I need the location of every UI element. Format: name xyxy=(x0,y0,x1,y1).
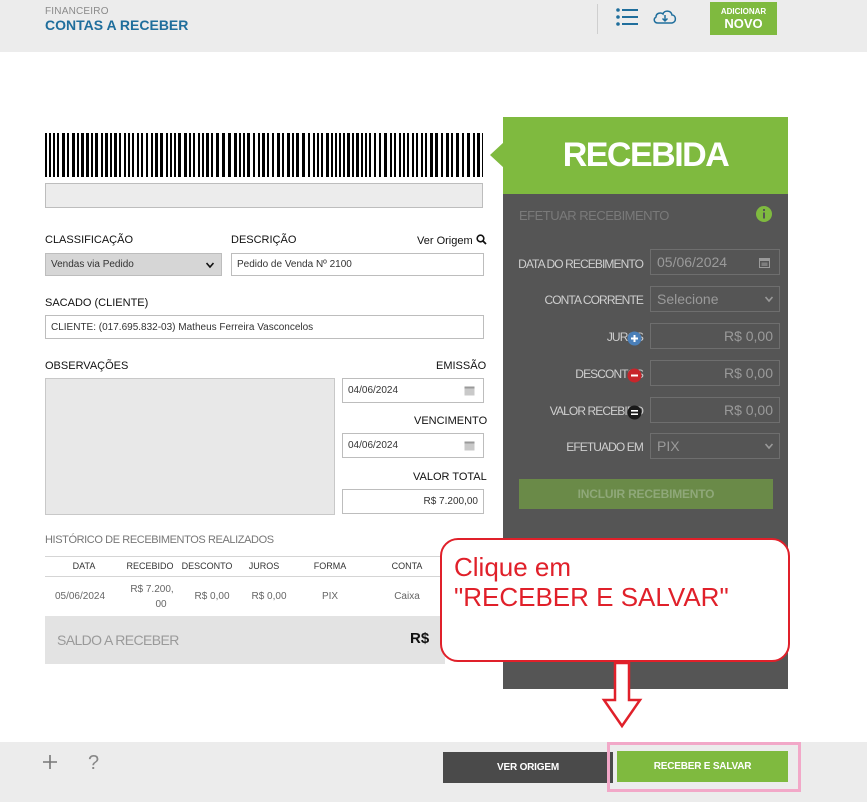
calendar-icon xyxy=(759,258,770,268)
conta-corrente-label: CONTA CORRENTE xyxy=(544,293,643,307)
valor-recebido-input[interactable]: R$ 0,00 xyxy=(650,397,780,423)
row-forma: PIX xyxy=(321,591,339,602)
barcode-image xyxy=(45,133,483,177)
emissao-date-input[interactable]: 04/06/2024 xyxy=(342,378,484,403)
descricao-label: DESCRIÇÃO xyxy=(231,234,297,246)
status-text: RECEBIDA xyxy=(562,136,730,174)
descontos-value: R$ 0,00 xyxy=(723,365,773,381)
chevron-down-icon xyxy=(765,296,773,303)
efetuado-em-label: EFETUADO EM xyxy=(566,440,644,454)
vencimento-label: VENCIMENTO xyxy=(414,415,488,427)
vencimento-value: 04/06/2024 xyxy=(348,440,399,451)
breadcrumb-module: FINANCEIRO xyxy=(45,6,109,17)
classificacao-value: Vendas via Pedido xyxy=(51,259,134,270)
calendar-icon xyxy=(464,441,475,451)
col-header-forma: FORMA xyxy=(313,561,347,571)
data-recebimento-input[interactable]: 05/06/2024 xyxy=(650,249,780,275)
row-juros: R$ 0,00 xyxy=(251,591,287,602)
saldo-value: R$ xyxy=(410,630,430,647)
status-notch xyxy=(490,142,504,168)
sacado-label: SACADO (CLIENTE) xyxy=(45,297,149,309)
status-banner: RECEBIDA xyxy=(503,117,788,194)
arrow-down-icon xyxy=(601,662,643,729)
search-icon xyxy=(476,234,487,245)
valor-total-value: R$ 7.200,00 xyxy=(423,496,479,507)
add-new-label-small: ADICIONAR xyxy=(720,7,767,16)
top-bar: FINANCEIRO CONTAS A RECEBER ADICIONAR NO… xyxy=(0,0,867,52)
valor-recebido-value: R$ 0,00 xyxy=(723,402,773,418)
col-header-data: DATA xyxy=(72,561,96,571)
header-divider xyxy=(597,4,598,34)
barcode-number-field xyxy=(45,183,483,208)
add-new-label-big: NOVO xyxy=(724,16,763,31)
saldo-label: SALDO A RECEBER xyxy=(57,632,179,648)
history-title: HISTÓRICO DE RECEBIMENTOS REALIZADOS xyxy=(45,534,274,546)
conta-corrente-value: Selecione xyxy=(657,291,719,307)
efetuado-em-select[interactable]: PIX xyxy=(650,433,780,459)
minus-circle-icon[interactable] xyxy=(627,368,642,383)
help-icon[interactable]: ? xyxy=(88,752,99,775)
add-new-button[interactable]: ADICIONAR NOVO xyxy=(710,2,777,35)
vencimento-date-input[interactable]: 04/06/2024 xyxy=(342,433,484,458)
col-header-desconto: DESCONTO xyxy=(181,561,233,571)
history-header-divider xyxy=(45,576,445,577)
valor-total-label: VALOR TOTAL xyxy=(413,471,487,483)
row-recebido-line1: R$ 7.200, xyxy=(130,584,174,595)
cloud-download-icon[interactable] xyxy=(652,7,678,27)
sacado-value: CLIENTE: (017.695.832-03) Matheus Ferrei… xyxy=(51,321,314,333)
col-header-recebido: RECEBIDO xyxy=(126,561,174,571)
juros-value: R$ 0,00 xyxy=(723,328,773,344)
observacoes-label: OBSERVAÇÕES xyxy=(45,360,129,372)
equals-circle-icon xyxy=(627,405,642,420)
plus-icon[interactable] xyxy=(43,755,57,769)
chevron-down-icon xyxy=(765,443,773,450)
plus-circle-icon[interactable] xyxy=(627,331,642,346)
classificacao-select[interactable]: Vendas via Pedido xyxy=(45,253,222,276)
instruction-callout: Clique em "RECEBER E SALVAR" xyxy=(440,538,790,662)
row-conta: Caixa xyxy=(394,591,420,602)
data-recebimento-label: DATA DO RECEBIMENTO xyxy=(518,257,644,271)
receber-e-salvar-button[interactable]: RECEBER E SALVAR xyxy=(617,751,788,782)
chevron-down-icon xyxy=(206,262,214,269)
calendar-icon xyxy=(464,386,475,396)
descricao-value: Pedido de Venda Nº 2100 xyxy=(237,259,352,270)
saldo-bar: SALDO A RECEBER R$ xyxy=(45,616,445,664)
row-desconto: R$ 0,00 xyxy=(194,591,230,602)
row-data: 05/06/2024 xyxy=(54,591,106,602)
valor-total-input[interactable]: R$ 7.200,00 xyxy=(342,489,484,514)
juros-input[interactable]: R$ 0,00 xyxy=(650,323,780,349)
descontos-input[interactable]: R$ 0,00 xyxy=(650,360,780,386)
page-title: CONTAS A RECEBER xyxy=(45,17,189,33)
descricao-input[interactable]: Pedido de Venda Nº 2100 xyxy=(231,253,484,276)
row-recebido-line2: 00 xyxy=(155,599,167,610)
panel-title: EFETUAR RECEBIMENTO xyxy=(519,208,669,223)
ver-origem-link-label: Ver Origem xyxy=(417,235,473,247)
history-top-divider xyxy=(45,556,445,557)
efetuado-em-value: PIX xyxy=(657,438,680,454)
sacado-input[interactable]: CLIENTE: (017.695.832-03) Matheus Ferrei… xyxy=(45,315,484,339)
ver-origem-button[interactable]: VER ORIGEM xyxy=(443,752,613,783)
col-header-juros: JUROS xyxy=(248,561,280,571)
incluir-recebimento-button[interactable]: INCLUIR RECEBIMENTO xyxy=(519,479,773,509)
info-icon[interactable] xyxy=(755,205,773,223)
ver-origem-link[interactable]: Ver Origem xyxy=(417,234,487,247)
observacoes-textarea[interactable] xyxy=(45,378,335,515)
classificacao-label: CLASSIFICAÇÃO xyxy=(45,234,134,246)
col-header-conta: CONTA xyxy=(391,561,423,571)
emissao-label: EMISSÃO xyxy=(436,360,487,372)
callout-text: Clique em "RECEBER E SALVAR" xyxy=(454,552,729,612)
list-icon[interactable] xyxy=(615,7,639,27)
row-recebido: R$ 7.200, 00 xyxy=(124,582,180,612)
conta-corrente-select[interactable]: Selecione xyxy=(650,286,780,312)
footer-bar: ? VER ORIGEM RECEBER E SALVAR xyxy=(0,742,867,802)
emissao-value: 04/06/2024 xyxy=(348,385,399,396)
data-recebimento-value: 05/06/2024 xyxy=(657,254,728,270)
